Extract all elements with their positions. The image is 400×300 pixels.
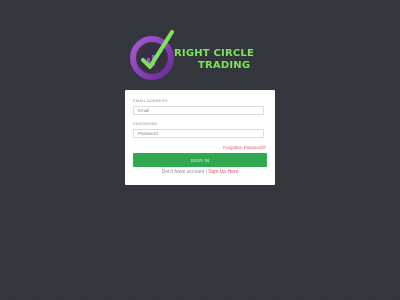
brand-name-line2: TRADING — [198, 60, 251, 71]
brand-name-line1: RIGHT CIRCLE — [174, 48, 255, 59]
circle-checkmark-chart-icon — [130, 30, 174, 80]
sign-in-button[interactable]: SIGN IN — [133, 153, 267, 167]
sign-up-link[interactable]: Sign Up Here — [208, 169, 238, 175]
email-field[interactable] — [133, 106, 264, 115]
password-label: PASSWORD — [133, 121, 158, 126]
signup-prompt-text: Don't have account | — [161, 169, 207, 175]
brand-logo: RIGHT CIRCLE TRADING — [128, 28, 278, 82]
password-field[interactable] — [133, 129, 264, 138]
signup-prompt: Don't have account | Sign Up Here — [0, 169, 400, 175]
forgot-password-link[interactable]: Forgotten Password? — [223, 145, 266, 150]
email-label: EMAIL ADDRESS — [133, 98, 168, 103]
